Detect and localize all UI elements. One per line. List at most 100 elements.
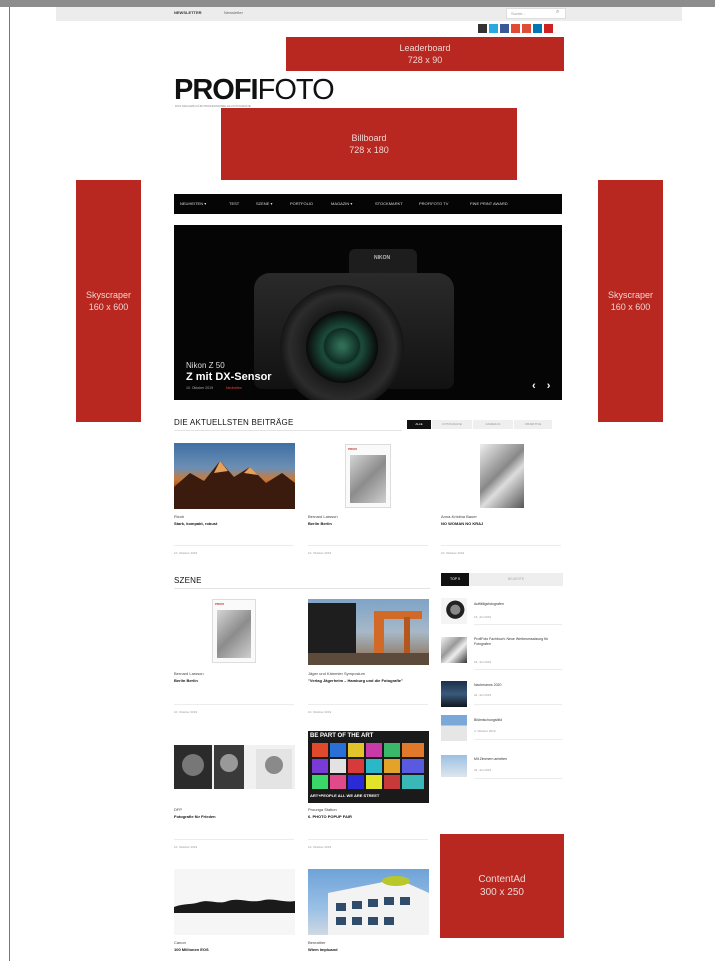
slide-title[interactable]: Z mit DX-Sensor — [186, 371, 272, 383]
card-kicker: Ricoh — [174, 514, 185, 519]
sidebar-divider — [474, 739, 562, 740]
window-top-strip — [0, 0, 715, 7]
nav-item-test[interactable]: TEST — [229, 201, 239, 206]
sidebar-thumb — [441, 755, 467, 777]
skyscraper-ad-left[interactable]: Skyscraper 160 x 600 — [76, 180, 141, 422]
pinterest-icon[interactable] — [544, 24, 553, 33]
card-image-bw-portrait[interactable] — [480, 444, 524, 508]
card-title[interactable]: Wiem Impluand — [308, 947, 428, 952]
nav-item-magazin[interactable]: MAGAZIN ▾ — [331, 201, 352, 206]
tab-neueste[interactable]: NEUESTE — [469, 573, 563, 586]
card-divider — [174, 839, 294, 840]
webpage-canvas: NEWSLETTER Newsletter Suche... ⌕ Leaderb… — [10, 7, 715, 961]
tab-kameras[interactable]: KAMERAS — [473, 420, 513, 429]
sidebar-item-title[interactable]: Mit Zimmern arbeiten — [474, 757, 558, 762]
slider-arrows[interactable]: ‹ › — [532, 380, 554, 392]
nav-item-portfolio[interactable]: PORTFOLIO — [290, 201, 313, 206]
card-title[interactable]: 100 Millionen EOS — [174, 947, 294, 952]
section-title-latest: DIE AKTUELLSTEN BEITRÄGE — [174, 418, 294, 427]
sidebar-item-title[interactable]: Nachmanns 2020 — [474, 683, 558, 688]
card-kicker: Anna-Kristina Bauer — [441, 514, 477, 519]
content-ad[interactable]: ContentAd 300 x 250 — [440, 834, 564, 938]
twitter-icon[interactable] — [489, 24, 498, 33]
google-plus-icon[interactable] — [522, 24, 531, 33]
facebook-icon[interactable] — [500, 24, 509, 33]
tab-objektive[interactable]: OBJEKTIVE — [514, 420, 552, 429]
sidebar-item-title[interactable]: Bildmischungsbild — [474, 718, 558, 723]
sidebar-item-title[interactable]: ProfiFoto Fachbuch: Neue Werbeumsatzung … — [474, 637, 562, 646]
main-navigation: NEUHEITEN ▾ TEST SZENE ▾ PORTFOLIO MAGAZ… — [174, 194, 562, 214]
nav-item-fine-print-award[interactable]: FINE PRINT AWARD — [470, 201, 508, 206]
sidebar-thumb — [441, 637, 467, 663]
card-kicker: Bernard Larsson — [308, 514, 338, 519]
card-divider — [174, 545, 294, 546]
szene-image-landscape-bw[interactable] — [174, 869, 295, 935]
card-date: 10. Oktober 2019 — [308, 710, 332, 714]
youtube-icon[interactable] — [511, 24, 520, 33]
poster-headline: BE PART OF THE ART — [310, 733, 374, 739]
skyscraper-ad-right[interactable]: Skyscraper 160 x 600 — [598, 180, 663, 422]
camera-lens-glass — [324, 328, 360, 364]
card-date: 10. Oktober 2019 — [174, 551, 198, 555]
card-kicker: Bernard Larsson — [174, 671, 204, 676]
sidebar-divider — [474, 704, 562, 705]
card-title[interactable]: Stark, kompakt, robust — [174, 521, 294, 526]
nav-item-szene[interactable]: SZENE ▾ — [256, 201, 272, 206]
card-kicker: Canon — [174, 940, 186, 945]
card-title[interactable]: 6. PHOTO POPUP FAIR — [308, 814, 428, 819]
nav-item-neuheiten[interactable]: NEUHEITEN ▾ — [180, 201, 206, 206]
architecture-shape — [308, 603, 429, 665]
poster-footer: ART+PEOPLE ALL WE ARE STREET — [310, 793, 380, 798]
nav-item-profifoto-tv[interactable]: PROFIFOTO TV — [419, 201, 448, 206]
slide-category[interactable]: Neuheiten — [226, 386, 242, 390]
card-date: 10. Oktober 2019 — [174, 845, 198, 849]
szene-image-portraits[interactable] — [174, 745, 295, 789]
card-title[interactable]: Berlin Berlin — [174, 678, 294, 683]
search-icon[interactable]: ⌕ — [556, 9, 559, 16]
card-divider — [308, 839, 428, 840]
card-divider — [308, 704, 428, 705]
card-title[interactable]: Fotografie für Frieden — [174, 814, 294, 819]
tab-top5[interactable]: TOP 5 — [441, 573, 469, 586]
landscape-shape — [174, 899, 295, 913]
ad-size: 160 x 600 — [610, 302, 651, 312]
szene-image-building[interactable] — [308, 869, 429, 935]
card-date: 10. Oktober 2019 — [308, 551, 332, 555]
card-title[interactable]: Berlin Berlin — [308, 521, 428, 526]
utility-bar: NEWSLETTER Newsletter Suche... ⌕ — [56, 7, 682, 21]
card-image-magazine[interactable]: PROFI — [345, 444, 391, 508]
szene-image-poster[interactable]: BE PART OF THE ART ART+PEOPLE ALL WE ARE… — [308, 731, 429, 803]
newsletter-link-secondary[interactable]: Newsletter — [224, 10, 243, 15]
sidebar-item-date: 22. Juli 2019 — [474, 693, 492, 697]
hero-slider[interactable]: NIKON Nikon Z 50 Z mit DX-Sensor 10. Okt… — [174, 225, 562, 400]
sidebar-thumb — [441, 598, 467, 624]
ad-size: 728 x 180 — [349, 145, 389, 155]
card-title[interactable]: NO WOMAN NO KRAJ — [441, 521, 561, 526]
linkedin-icon[interactable] — [533, 24, 542, 33]
card-kicker: Jäger und Kämmler Symposium — [308, 671, 365, 676]
ad-size: 728 x 90 — [407, 55, 443, 65]
szene-image-magazine[interactable]: PROFI — [212, 599, 256, 663]
ad-label: Billboard — [351, 132, 387, 143]
card-date: 10. Oktober 2019 — [174, 710, 198, 714]
latest-filter-tabs: ALLE FOTOGRAFIE KAMERAS OBJEKTIVE — [407, 420, 552, 429]
search-placeholder: Suche... — [511, 11, 526, 16]
tab-alle[interactable]: ALLE — [407, 420, 431, 429]
szene-image-architecture[interactable] — [308, 599, 429, 665]
billboard-ad[interactable]: Billboard 728 x 180 — [221, 108, 517, 180]
tab-fotografie[interactable]: FOTOGRAFIE — [432, 420, 472, 429]
card-image-mountains[interactable] — [174, 443, 295, 509]
nav-item-stockmarkt[interactable]: STOCKMARKT — [375, 201, 403, 206]
ad-label: Leaderboard — [399, 42, 451, 53]
card-title[interactable]: "Verlag Jägerheim – Hamburg und die Foto… — [308, 678, 426, 683]
ad-label: Skyscraper — [85, 289, 131, 300]
profifoto-logo[interactable]: PROFIFOTO — [174, 76, 335, 105]
instagram-icon[interactable] — [478, 24, 487, 33]
sidebar-divider — [474, 669, 562, 670]
sidebar-item-title[interactable]: Auffälligsfotografen — [474, 602, 558, 607]
newsletter-link[interactable]: NEWSLETTER — [174, 10, 202, 15]
sidebar-tabs: TOP 5 NEUESTE — [441, 573, 563, 586]
card-divider — [174, 704, 294, 705]
ad-size: 160 x 600 — [88, 302, 129, 312]
leaderboard-ad[interactable]: Leaderboard 728 x 90 — [286, 37, 564, 71]
